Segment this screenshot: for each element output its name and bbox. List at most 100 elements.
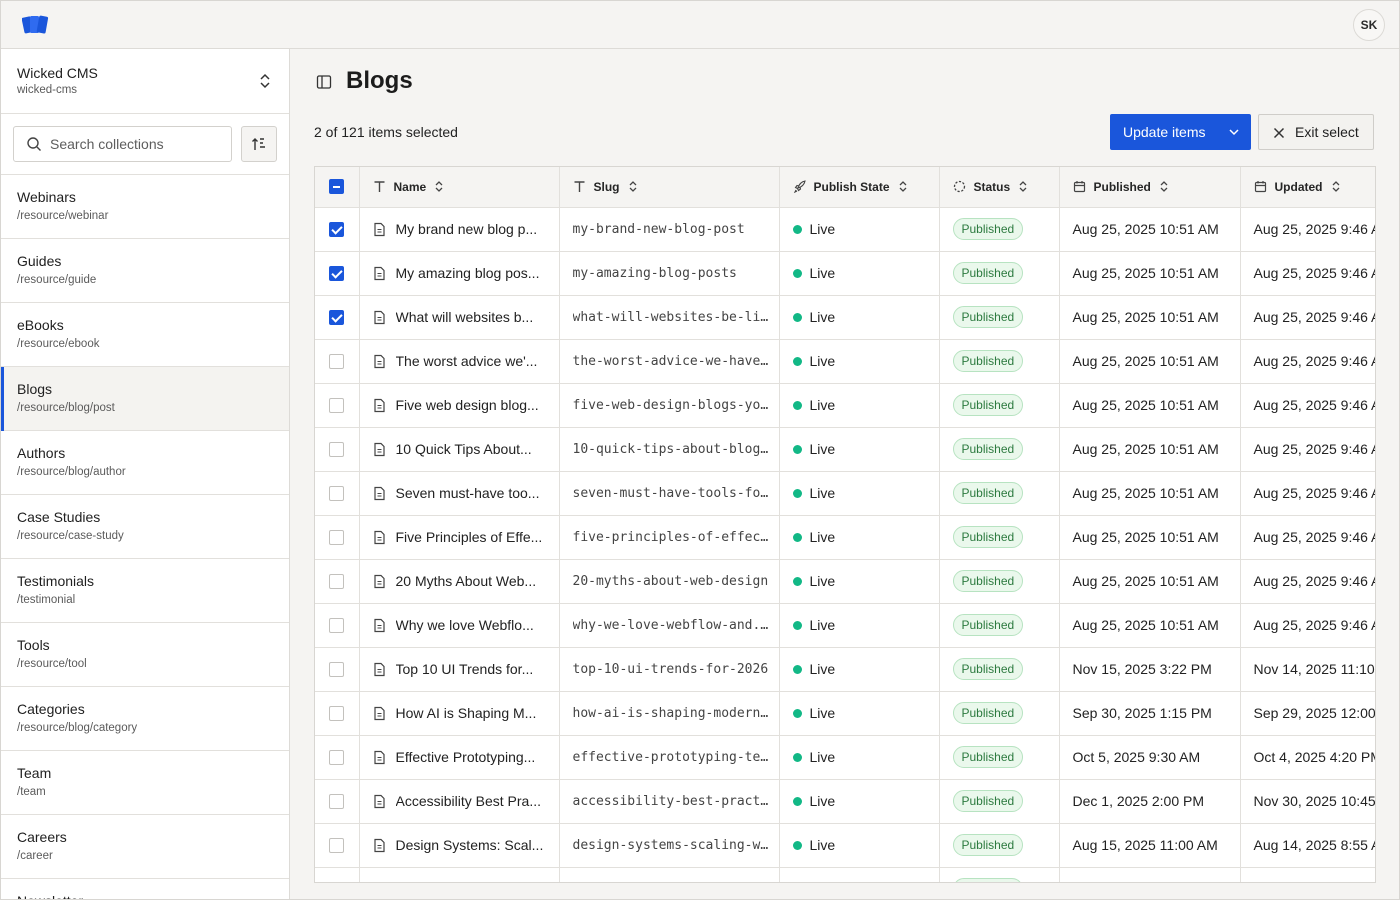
table-row[interactable]: Why we love Webflo... why-we-love-webflow… bbox=[315, 603, 1375, 648]
publish-state-cell[interactable]: Live bbox=[779, 515, 940, 560]
status-cell[interactable]: Published bbox=[939, 207, 1060, 252]
status-cell[interactable]: Published bbox=[939, 383, 1060, 428]
sidebar-item-guides[interactable]: Guides/resource/guide bbox=[1, 239, 289, 303]
sidebar-item-categories[interactable]: Categories/resource/blog/category bbox=[1, 687, 289, 751]
published-cell[interactable]: Aug 25, 2025 10:51 AM bbox=[1059, 427, 1241, 472]
table-row[interactable]: Top 10 UI Trends for... top-10-ui-trends-… bbox=[315, 647, 1375, 692]
slug-cell[interactable]: five-principles-of-effective-... bbox=[559, 515, 780, 560]
row-checkbox[interactable] bbox=[329, 882, 344, 883]
column-header-slug[interactable]: Slug bbox=[559, 167, 780, 208]
table-row[interactable]: How AI is Shaping M... how-ai-is-shaping-… bbox=[315, 691, 1375, 736]
publish-state-cell[interactable]: Live bbox=[779, 471, 940, 516]
row-checkbox[interactable] bbox=[329, 706, 345, 722]
sidebar-item-team[interactable]: Team/team bbox=[1, 751, 289, 815]
updated-cell[interactable]: Aug 25, 2025 9:46 AM bbox=[1240, 339, 1375, 384]
name-cell[interactable]: Five web design blog... bbox=[359, 383, 560, 428]
published-cell[interactable]: Aug 25, 2025 10:51 AM bbox=[1059, 339, 1241, 384]
slug-cell[interactable]: seven-must-have-tools-for... bbox=[559, 471, 780, 516]
status-cell[interactable]: Published bbox=[939, 603, 1060, 648]
status-cell[interactable]: Published bbox=[939, 779, 1060, 824]
publish-state-cell[interactable]: Live bbox=[779, 427, 940, 472]
row-checkbox[interactable] bbox=[329, 662, 345, 678]
sidebar-item-webinars[interactable]: Webinars/resource/webinar bbox=[1, 175, 289, 239]
updated-cell[interactable]: Aug 25, 2025 9:46 AM bbox=[1240, 559, 1375, 604]
sidebar-item-ebooks[interactable]: eBooks/resource/ebook bbox=[1, 303, 289, 367]
table-row[interactable]: 10 Quick Tips About... 10-quick-tips-abou… bbox=[315, 427, 1375, 472]
updated-cell[interactable]: Aug 25, 2025 9:46 AM bbox=[1240, 207, 1375, 252]
publish-state-cell[interactable]: Live bbox=[779, 823, 940, 868]
slug-cell[interactable]: my-amazing-blog-posts bbox=[559, 251, 780, 296]
row-checkbox[interactable] bbox=[329, 266, 345, 282]
sidebar-item-tools[interactable]: Tools/resource/tool bbox=[1, 623, 289, 687]
published-cell[interactable]: Aug 25, 2025 10:51 AM bbox=[1059, 207, 1241, 252]
publish-state-cell[interactable]: Live bbox=[779, 735, 940, 780]
published-cell[interactable]: Dec 1, 2025 2:00 PM bbox=[1059, 779, 1241, 824]
status-cell[interactable]: Published bbox=[939, 251, 1060, 296]
updated-cell[interactable]: Sep 29, 2025 12:00 PM bbox=[1240, 691, 1375, 736]
row-checkbox[interactable] bbox=[329, 354, 345, 370]
name-cell[interactable]: Accessibility Best Pra... bbox=[359, 779, 560, 824]
updated-cell[interactable]: Aug 14, 2025 8:55 AM bbox=[1240, 823, 1375, 868]
published-cell[interactable] bbox=[1059, 867, 1241, 882]
sidebar-item-case-studies[interactable]: Case Studies/resource/case-study bbox=[1, 495, 289, 559]
published-cell[interactable]: Aug 25, 2025 10:51 AM bbox=[1059, 251, 1241, 296]
slug-cell[interactable]: accessibility-best-practices bbox=[559, 779, 780, 824]
updated-cell[interactable]: Aug 25, 2025 9:46 AM bbox=[1240, 383, 1375, 428]
table-row[interactable]: Five web design blog... five-web-design-b… bbox=[315, 383, 1375, 428]
status-cell[interactable]: Published bbox=[939, 647, 1060, 692]
table-row[interactable]: The worst advice we'... the-worst-advice-… bbox=[315, 339, 1375, 384]
published-cell[interactable]: Sep 30, 2025 1:15 PM bbox=[1059, 691, 1241, 736]
table-row[interactable]: Seven must-have too... seven-must-have-to… bbox=[315, 471, 1375, 516]
column-header-status[interactable]: Status bbox=[939, 167, 1060, 208]
table-row[interactable]: Design Systems: Scal... design-systems-sc… bbox=[315, 823, 1375, 868]
row-checkbox[interactable] bbox=[329, 398, 345, 414]
row-checkbox[interactable] bbox=[329, 618, 345, 634]
updated-cell[interactable] bbox=[1240, 867, 1375, 882]
name-cell[interactable]: 20 Myths About Web... bbox=[359, 559, 560, 604]
updated-cell[interactable]: Aug 25, 2025 9:46 AM bbox=[1240, 515, 1375, 560]
row-checkbox[interactable] bbox=[329, 442, 345, 458]
row-checkbox[interactable] bbox=[329, 486, 345, 502]
publish-state-cell[interactable]: Live bbox=[779, 559, 940, 604]
updated-cell[interactable]: Aug 25, 2025 9:46 AM bbox=[1240, 295, 1375, 340]
status-cell[interactable]: Published bbox=[939, 735, 1060, 780]
updated-cell[interactable]: Nov 30, 2025 10:45 AM bbox=[1240, 779, 1375, 824]
exit-select-button[interactable]: Exit select bbox=[1258, 114, 1374, 150]
name-cell[interactable]: My amazing blog pos... bbox=[359, 251, 560, 296]
row-checkbox[interactable] bbox=[329, 750, 345, 766]
user-avatar[interactable]: SK bbox=[1353, 9, 1385, 41]
row-checkbox[interactable] bbox=[329, 222, 345, 238]
updated-cell[interactable]: Nov 14, 2025 11:10 AM bbox=[1240, 647, 1375, 692]
project-switcher[interactable]: Wicked CMS wicked-cms bbox=[1, 49, 289, 114]
published-cell[interactable]: Aug 25, 2025 10:51 AM bbox=[1059, 295, 1241, 340]
published-cell[interactable]: Oct 5, 2025 9:30 AM bbox=[1059, 735, 1241, 780]
updated-cell[interactable]: Oct 4, 2025 4:20 PM bbox=[1240, 735, 1375, 780]
updated-cell[interactable]: Aug 25, 2025 9:46 AM bbox=[1240, 471, 1375, 516]
status-cell[interactable]: Published bbox=[939, 691, 1060, 736]
slug-cell[interactable] bbox=[559, 867, 780, 882]
column-header-name[interactable]: Name bbox=[359, 167, 560, 208]
name-cell[interactable]: My brand new blog p... bbox=[359, 207, 560, 252]
publish-state-cell[interactable]: Live bbox=[779, 339, 940, 384]
publish-state-cell[interactable]: Live bbox=[779, 647, 940, 692]
slug-cell[interactable]: how-ai-is-shaping-modern... bbox=[559, 691, 780, 736]
row-checkbox[interactable] bbox=[329, 794, 345, 810]
updated-cell[interactable]: Aug 25, 2025 9:46 AM bbox=[1240, 427, 1375, 472]
sidebar-item-testimonials[interactable]: Testimonials/testimonial bbox=[1, 559, 289, 623]
select-all-checkbox[interactable] bbox=[329, 179, 345, 195]
table-row[interactable]: My amazing blog pos... my-amazing-blog-po… bbox=[315, 251, 1375, 296]
sidebar-toggle-icon[interactable] bbox=[316, 74, 332, 90]
slug-cell[interactable]: top-10-ui-trends-for-2026 bbox=[559, 647, 780, 692]
updated-cell[interactable]: Aug 25, 2025 9:46 AM bbox=[1240, 603, 1375, 648]
table-row[interactable]: Five Principles of Effe... five-principle… bbox=[315, 515, 1375, 560]
row-checkbox[interactable] bbox=[329, 530, 345, 546]
name-cell[interactable]: Design Systems: Scal... bbox=[359, 823, 560, 868]
name-cell[interactable]: Why we love Webflo... bbox=[359, 603, 560, 648]
published-cell[interactable]: Nov 15, 2025 3:22 PM bbox=[1059, 647, 1241, 692]
slug-cell[interactable]: 20-myths-about-web-design bbox=[559, 559, 780, 604]
name-cell[interactable] bbox=[359, 867, 560, 882]
published-cell[interactable]: Aug 25, 2025 10:51 AM bbox=[1059, 515, 1241, 560]
sidebar-item-newsletter[interactable]: Newsletter bbox=[1, 879, 289, 899]
name-cell[interactable]: Effective Prototyping... bbox=[359, 735, 560, 780]
status-cell[interactable]: Published bbox=[939, 339, 1060, 384]
